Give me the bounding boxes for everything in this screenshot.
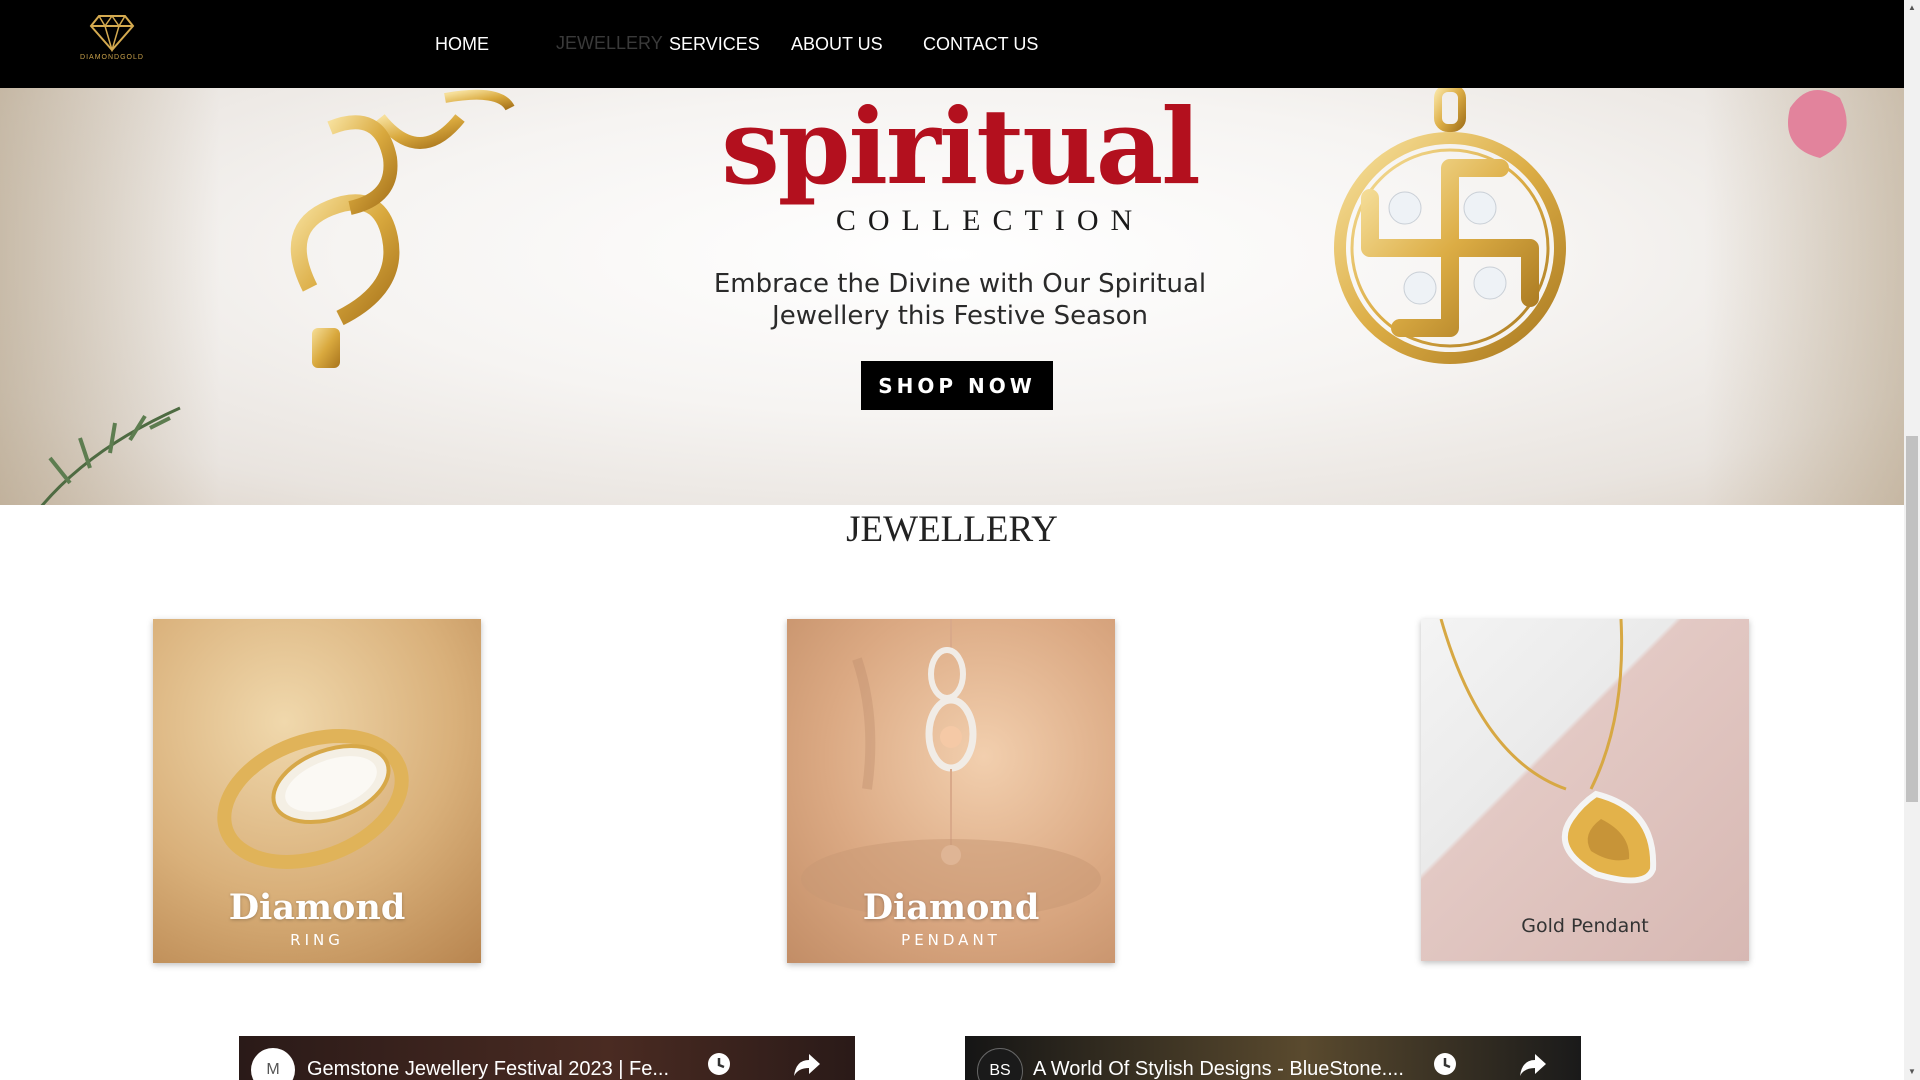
nav-jewellery[interactable]: JEWELLERY xyxy=(556,33,663,54)
product-card-diamond-ring[interactable]: Diamond RING xyxy=(153,619,481,963)
watch-later-icon[interactable] xyxy=(1431,1050,1459,1078)
scroll-down-icon[interactable]: ▼ xyxy=(1904,1064,1920,1080)
brand-logo-text: DIAMONDGOLD xyxy=(80,54,144,61)
scrollbar-thumb[interactable] xyxy=(1906,436,1918,802)
scroll-up-icon[interactable]: ▲ xyxy=(1904,0,1920,16)
banner-tagline-line2: Jewellery this Festive Season xyxy=(772,301,1148,331)
channel-avatar[interactable]: BS xyxy=(977,1048,1023,1080)
banner-subtitle: COLLECTION xyxy=(835,204,1145,237)
product-card-diamond-pendant[interactable]: Diamond PENDANT xyxy=(787,619,1115,963)
gold-pendant-image xyxy=(1439,619,1657,884)
diamond-logo-icon xyxy=(89,14,135,52)
om-trishul-jewel-image xyxy=(290,88,515,368)
section-title: JEWELLERY xyxy=(846,509,1058,550)
video-embed-2[interactable]: BS A World Of Stylish Designs - BlueSton… xyxy=(965,1036,1581,1080)
channel-avatar[interactable]: M xyxy=(251,1048,295,1080)
share-icon[interactable] xyxy=(792,1050,822,1078)
brand-logo[interactable]: DIAMONDGOLD xyxy=(76,12,148,72)
nav-services[interactable]: SERVICES xyxy=(669,34,760,55)
flower-petal-decoration xyxy=(1788,90,1847,158)
video-embed-1[interactable]: M Gemstone Jewellery Festival 2023 | Fe.… xyxy=(239,1036,855,1080)
video-title[interactable]: Gemstone Jewellery Festival 2023 | Fe... xyxy=(307,1058,669,1080)
share-icon[interactable] xyxy=(1518,1050,1548,1078)
swastik-pendant-image xyxy=(1334,88,1566,364)
product-caption: Gold Pendant xyxy=(1521,915,1649,937)
banner-title: spiritual xyxy=(721,88,1201,208)
hero-banner: spiritual COLLECTION Embrace the Divine … xyxy=(0,88,1904,505)
nav-home[interactable]: HOME xyxy=(435,34,489,55)
nav-about-us[interactable]: ABOUT US xyxy=(791,34,883,55)
product-title: Diamond xyxy=(228,887,406,928)
leaf-decoration xyxy=(40,406,181,505)
product-title: Diamond xyxy=(862,887,1040,928)
product-subtitle: RING xyxy=(290,931,344,949)
banner-tagline-line1: Embrace the Divine with Our Spiritual xyxy=(713,269,1207,299)
top-navbar: DIAMONDGOLD HOME JEWELLERY SERVICES ABOU… xyxy=(0,0,1904,88)
shop-now-button[interactable]: SHOP NOW xyxy=(861,361,1053,410)
product-card-gold-pendant[interactable]: Gold Pendant xyxy=(1421,619,1749,961)
video-title[interactable]: A World Of Stylish Designs - BlueStone..… xyxy=(1033,1058,1404,1080)
banner-tagline: Embrace the Divine with Our Spiritual Je… xyxy=(690,268,1230,332)
watch-later-icon[interactable] xyxy=(705,1050,733,1078)
product-subtitle: PENDANT xyxy=(901,931,1001,949)
nav-contact-us[interactable]: CONTACT US xyxy=(923,34,1038,55)
